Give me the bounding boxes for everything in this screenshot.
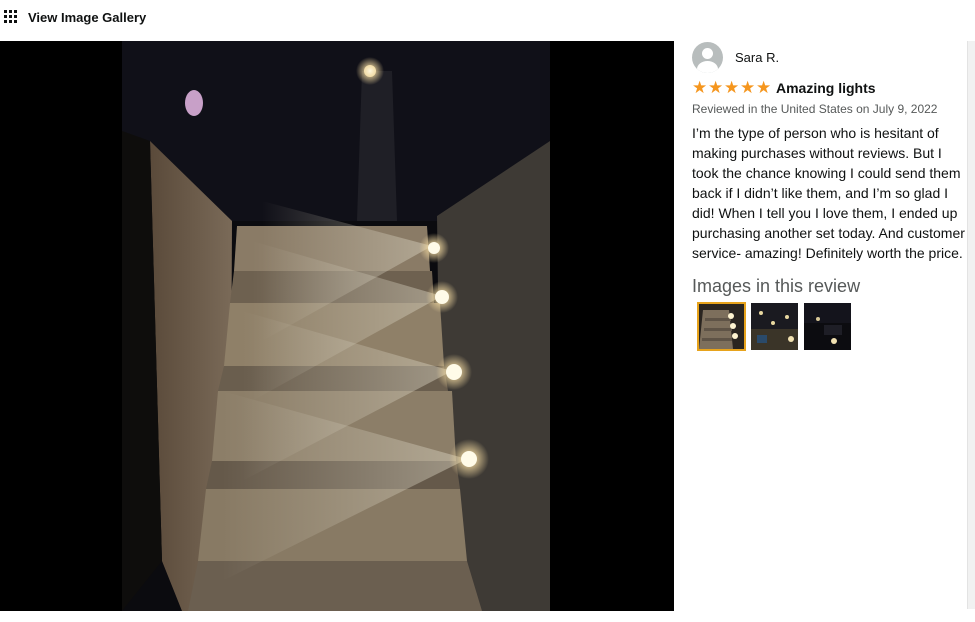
view-image-gallery-link[interactable]: View Image Gallery (4, 10, 146, 25)
review-body: I’m the type of person who is hesitant o… (692, 125, 965, 261)
thumbnail-2[interactable] (750, 302, 799, 351)
rating-row: ★ ★ ★ ★ ★ Amazing lights (692, 78, 876, 97)
star-icon: ★ (756, 78, 772, 97)
star-icon: ★ (740, 78, 756, 97)
star-icon: ★ (724, 78, 740, 97)
star-rating[interactable]: ★ ★ ★ ★ ★ (692, 78, 772, 97)
scrollbar[interactable] (967, 41, 975, 609)
thumbnail-3[interactable] (803, 302, 852, 351)
grid-icon (4, 10, 19, 25)
thumbnail-1[interactable] (697, 302, 746, 351)
reviewer-info: Sara R. (692, 42, 779, 73)
images-heading: Images in this review (692, 276, 861, 296)
top-bar: View Image Gallery (0, 0, 975, 41)
star-icon: ★ (708, 78, 724, 97)
reviewer-name: Sara R. (735, 50, 780, 65)
review-title[interactable]: Amazing lights (776, 80, 876, 96)
avatar-icon (692, 42, 723, 73)
thumbnail-strip (697, 302, 852, 351)
image-viewer (0, 41, 674, 611)
main-review-photo[interactable] (122, 41, 550, 611)
star-icon: ★ (692, 78, 708, 97)
review-date: Reviewed in the United States on July 9,… (692, 102, 938, 116)
gallery-label: View Image Gallery (28, 10, 147, 25)
review-panel: Sara R. ★ ★ ★ ★ ★ Amazing lights Reviewe… (692, 41, 967, 611)
